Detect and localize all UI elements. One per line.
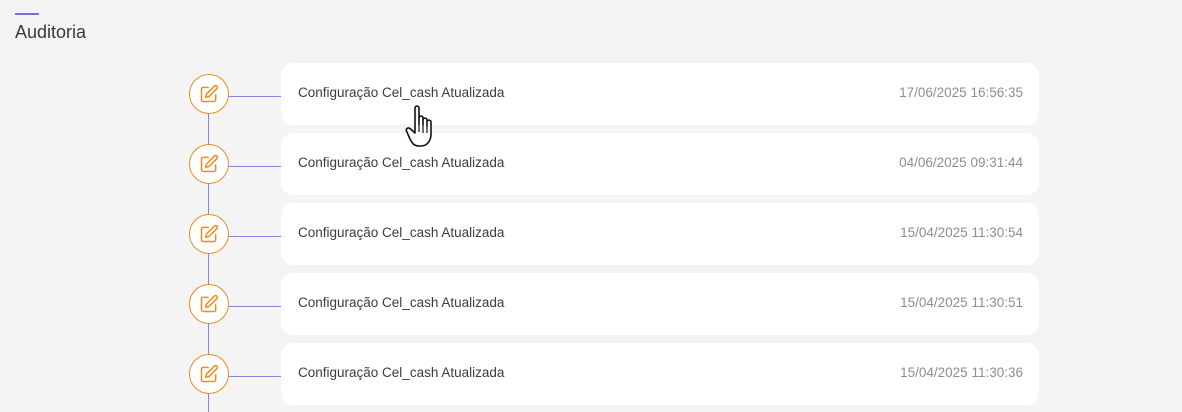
edit-icon xyxy=(189,144,229,184)
audit-entry-text: Configuração Cel_cash Atualizada xyxy=(298,365,505,380)
audit-entry-date: 15/04/2025 11:30:54 xyxy=(900,225,1023,240)
audit-entry-card[interactable]: Configuração Cel_cash Atualizada 15/04/2… xyxy=(281,343,1039,405)
audit-entry-date: 17/06/2025 16:56:35 xyxy=(899,85,1023,100)
audit-entry-date: 15/04/2025 11:30:51 xyxy=(900,295,1023,310)
audit-entry-text: Configuração Cel_cash Atualizada xyxy=(298,225,505,240)
timeline-entry: Configuração Cel_cash Atualizada 15/04/2… xyxy=(0,203,1182,265)
edit-icon xyxy=(189,354,229,394)
timeline-connector xyxy=(229,236,281,237)
audit-page: Auditoria Configuração Cel_cash Atualiza… xyxy=(0,0,1182,412)
timeline-entry: Configuração Cel_cash Atualizada 04/06/2… xyxy=(0,133,1182,195)
timeline-entry: Configuração Cel_cash Atualizada 17/06/2… xyxy=(0,63,1182,125)
timeline-entry: Configuração Cel_cash Atualizada 15/04/2… xyxy=(0,343,1182,405)
audit-entry-card[interactable]: Configuração Cel_cash Atualizada 15/04/2… xyxy=(281,273,1039,335)
audit-entry-text: Configuração Cel_cash Atualizada xyxy=(298,295,505,310)
audit-entry-text: Configuração Cel_cash Atualizada xyxy=(298,155,505,170)
audit-entry-date: 04/06/2025 09:31:44 xyxy=(899,155,1023,170)
timeline-connector xyxy=(229,306,281,307)
edit-icon xyxy=(189,214,229,254)
audit-entry-text: Configuração Cel_cash Atualizada xyxy=(298,85,505,100)
timeline-connector xyxy=(229,376,281,377)
edit-icon xyxy=(189,284,229,324)
title-accent-bar xyxy=(15,13,39,15)
audit-entry-card[interactable]: Configuração Cel_cash Atualizada 15/04/2… xyxy=(281,203,1039,265)
audit-entry-date: 15/04/2025 11:30:36 xyxy=(900,365,1023,380)
timeline-connector xyxy=(229,96,281,97)
timeline-entry: Configuração Cel_cash Atualizada 15/04/2… xyxy=(0,273,1182,335)
audit-entry-card[interactable]: Configuração Cel_cash Atualizada 04/06/2… xyxy=(281,133,1039,195)
timeline-connector xyxy=(229,166,281,167)
page-title: Auditoria xyxy=(15,22,87,42)
edit-icon xyxy=(189,74,229,114)
audit-entry-card[interactable]: Configuração Cel_cash Atualizada 17/06/2… xyxy=(281,63,1039,125)
